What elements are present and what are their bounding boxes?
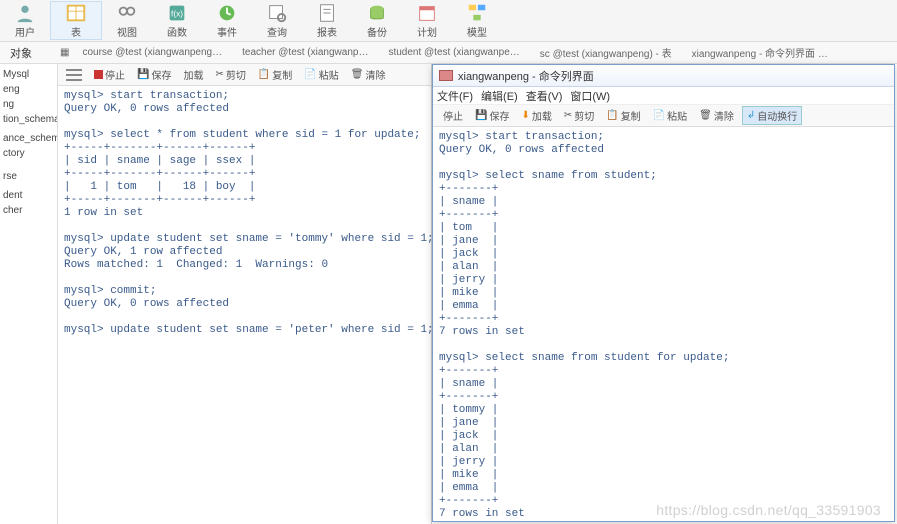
object-label: 对象 [10, 45, 32, 61]
copy-button[interactable]: 📋复制 [254, 66, 296, 83]
tab-bar: 对象 ▦ course @test (xiangwanpeng… teacher… [0, 42, 897, 64]
svg-text:f(x): f(x) [171, 10, 183, 19]
paste-icon: 📄 [653, 110, 665, 121]
menu-view[interactable]: 查看(V) [526, 88, 563, 104]
window-title: xiangwanpeng - 命令列界面 [458, 68, 594, 84]
save-icon: 💾 [137, 69, 149, 80]
right-console-window: xiangwanpeng - 命令列界面 文件(F) 编辑(E) 查看(V) 窗… [432, 64, 895, 522]
db-sidebar: Mysql eng ng tion_schema ance_schema cto… [0, 64, 58, 524]
copy-icon: 📋 [258, 69, 270, 80]
clear-button[interactable]: 🗑清除 [695, 107, 738, 124]
cut-button[interactable]: ✂剪切 [211, 66, 249, 83]
stop-button[interactable]: 停止 [90, 66, 129, 83]
toolbar-schedule[interactable]: 计划 [402, 2, 452, 39]
table-icon [65, 2, 87, 24]
wrap-button[interactable]: ↲自动换行 [742, 106, 802, 125]
sidebar-item[interactable]: ctory [0, 146, 57, 161]
right-pane-toolbar: 停止 💾保存 ⬇加载 ✂剪切 📋复制 📄粘贴 🗑清除 ↲自动换行 [433, 105, 894, 127]
query-icon [266, 2, 288, 24]
cut-button[interactable]: ✂剪切 [560, 107, 598, 124]
toolbar-query[interactable]: 查询 [252, 2, 302, 39]
right-console[interactable]: mysql> start transaction; Query OK, 0 ro… [433, 127, 894, 521]
menu-file[interactable]: 文件(F) [437, 88, 473, 104]
schedule-icon [416, 2, 438, 24]
event-icon [216, 2, 238, 24]
clear-button[interactable]: 🗑清除 [347, 66, 390, 83]
main-toolbar: 用户 表 视图 f(x) 函数 事件 查询 报表 备份 计划 模型 [0, 0, 897, 42]
view-icon [116, 2, 138, 24]
sidebar-item[interactable]: ng [0, 97, 57, 112]
user-icon [14, 2, 36, 24]
left-pane-toolbar: 停止 💾保存 加载 ✂剪切 📋复制 📄粘贴 🗑清除 [58, 64, 431, 86]
left-console[interactable]: mysql> start transaction; Query OK, 0 ro… [58, 86, 431, 524]
sidebar-item[interactable]: ance_schema [0, 131, 57, 146]
tab-sc[interactable]: sc @test (xiangwanpeng) - 表 [531, 42, 681, 63]
save-button[interactable]: 💾保存 [133, 66, 175, 83]
sidebar-item[interactable]: cher [0, 203, 57, 218]
paste-button[interactable]: 📄粘贴 [300, 66, 342, 83]
menu-window[interactable]: 窗口(W) [570, 88, 610, 104]
clear-icon: 🗑 [351, 69, 364, 80]
tab-cmdline[interactable]: xiangwanpeng - 命令列界面 … [683, 42, 837, 63]
copy-icon: 📋 [606, 110, 618, 121]
toolbar-backup[interactable]: 备份 [352, 2, 402, 39]
sidebar-item[interactable]: dent [0, 188, 57, 203]
backup-icon [366, 2, 388, 24]
stop-button[interactable]: 停止 [437, 107, 467, 124]
tab-teacher[interactable]: teacher @test (xiangwanp… [233, 44, 377, 61]
cut-icon: ✂ [564, 110, 572, 121]
toolbar-report[interactable]: 报表 [302, 2, 352, 39]
paste-button[interactable]: 📄粘贴 [649, 107, 691, 124]
wrap-icon: ↲ [747, 110, 755, 121]
cut-icon: ✂ [215, 69, 223, 80]
model-icon [466, 2, 488, 24]
clear-icon: 🗑 [699, 110, 712, 121]
tab-student[interactable]: student @test (xiangwanpe… [379, 44, 528, 61]
window-icon [439, 70, 453, 81]
load-button[interactable]: 加载 [179, 66, 207, 83]
toolbar-function[interactable]: f(x) 函数 [152, 2, 202, 39]
function-icon: f(x) [166, 2, 188, 24]
sidebar-item[interactable]: Mysql [0, 67, 57, 82]
sidebar-item[interactable]: rse [0, 169, 57, 184]
window-titlebar[interactable]: xiangwanpeng - 命令列界面 [433, 65, 894, 87]
copy-button[interactable]: 📋复制 [602, 107, 644, 124]
stop-icon [94, 70, 103, 79]
hamburger-icon[interactable] [66, 69, 82, 81]
sidebar-item[interactable]: tion_schema [0, 112, 57, 127]
tab-icon: ▦ [60, 47, 69, 58]
toolbar-event[interactable]: 事件 [202, 2, 252, 39]
save-icon: 💾 [475, 110, 487, 121]
menu-edit[interactable]: 编辑(E) [481, 88, 518, 104]
report-icon [316, 2, 338, 24]
tab-course[interactable]: course @test (xiangwanpeng… [73, 44, 231, 61]
sidebar-item[interactable]: eng [0, 82, 57, 97]
toolbar-user[interactable]: 用户 [0, 2, 50, 39]
left-console-pane: 停止 💾保存 加载 ✂剪切 📋复制 📄粘贴 🗑清除 mysql> start t… [58, 64, 432, 524]
toolbar-model[interactable]: 模型 [452, 2, 502, 39]
toolbar-view[interactable]: 视图 [102, 2, 152, 39]
window-menubar: 文件(F) 编辑(E) 查看(V) 窗口(W) [433, 87, 894, 105]
load-button[interactable]: ⬇加载 [517, 107, 555, 124]
paste-icon: 📄 [304, 69, 316, 80]
watermark: https://blog.csdn.net/qq_33591903 [656, 502, 881, 518]
load-icon: ⬇ [521, 110, 529, 121]
toolbar-table[interactable]: 表 [50, 1, 102, 40]
save-button[interactable]: 💾保存 [471, 107, 513, 124]
